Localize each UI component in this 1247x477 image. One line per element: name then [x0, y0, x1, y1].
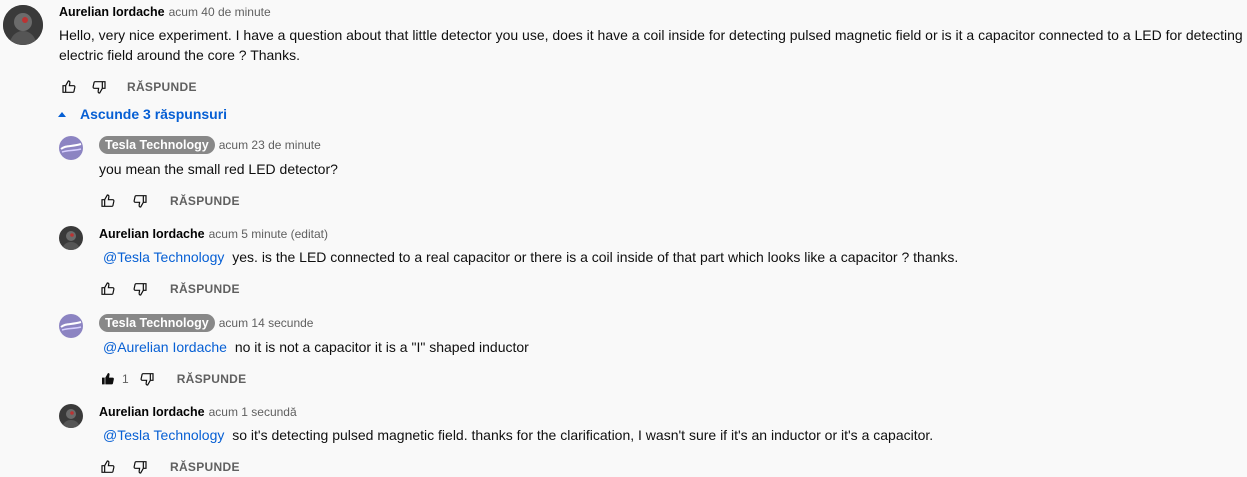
thumbs-up-icon[interactable]	[98, 457, 118, 477]
reply-body: so it's detecting pulsed magnetic field.…	[232, 427, 934, 443]
user-avatar-icon	[59, 404, 83, 428]
comment-header: Aurelian Iordache acum 40 de minute	[59, 5, 271, 19]
comment-author[interactable]: Aurelian Iordache	[59, 5, 165, 19]
reply-timestamp[interactable]: acum 14 secunde	[219, 316, 314, 330]
avatar[interactable]	[3, 5, 43, 45]
reply-text: @Tesla Technology so it's detecting puls…	[103, 425, 933, 445]
mention-link[interactable]: @Tesla Technology	[103, 249, 224, 265]
thumbs-down-icon[interactable]	[89, 77, 109, 97]
reply-actions: 1 RĂSPUNDE	[98, 369, 246, 389]
channel-avatar-icon	[59, 314, 83, 338]
comment-text: Hello, very nice experiment. I have a qu…	[59, 27, 1243, 63]
reply-header: Aurelian Iordache acum 1 secundă	[99, 405, 297, 419]
reply-button[interactable]: RĂSPUNDE	[127, 80, 197, 94]
mention-link[interactable]: @Aurelian Iordache	[103, 339, 227, 355]
hide-replies-toggle[interactable]: Ascunde 3 răspunsuri	[58, 106, 227, 122]
reply-actions: RĂSPUNDE	[98, 191, 240, 211]
reply-header: Aurelian Iordache acum 5 minute (editat)	[99, 227, 328, 241]
avatar[interactable]	[59, 226, 83, 250]
reply-header: Tesla Technology acum 14 secunde	[99, 314, 313, 332]
avatar[interactable]	[59, 136, 83, 160]
avatar[interactable]	[59, 314, 83, 338]
reply-body: you mean the small red LED detector?	[99, 161, 338, 177]
reply-body: yes. is the LED connected to a real capa…	[232, 249, 959, 265]
reply-text: @Tesla Technology yes. is the LED connec…	[103, 247, 958, 267]
caret-up-icon	[58, 111, 66, 117]
thumbs-up-filled-icon[interactable]	[98, 369, 118, 389]
thumbs-down-icon[interactable]	[130, 191, 150, 211]
thumbs-up-icon[interactable]	[98, 191, 118, 211]
reply-text: @Aurelian Iordache no it is not a capaci…	[103, 337, 529, 357]
reply-timestamp[interactable]: acum 1 secundă	[209, 405, 297, 419]
reply-header: Tesla Technology acum 23 de minute	[99, 136, 321, 154]
reply-text: you mean the small red LED detector?	[99, 159, 338, 179]
reply-actions: RĂSPUNDE	[98, 279, 240, 299]
mention-link[interactable]: @Tesla Technology	[103, 427, 224, 443]
comment-timestamp[interactable]: acum 40 de minute	[169, 5, 271, 19]
reply-timestamp[interactable]: acum 5 minute (editat)	[209, 227, 328, 241]
reply-author[interactable]: Tesla Technology	[99, 314, 215, 332]
reply-button[interactable]: RĂSPUNDE	[177, 372, 247, 386]
thumbs-down-icon[interactable]	[130, 457, 150, 477]
thumbs-up-icon[interactable]	[59, 77, 79, 97]
reply-button[interactable]: RĂSPUNDE	[170, 460, 240, 474]
reply-timestamp[interactable]: acum 23 de minute	[219, 138, 321, 152]
reply-button[interactable]: RĂSPUNDE	[170, 282, 240, 296]
like-count: 1	[122, 372, 129, 386]
comment-actions: RĂSPUNDE	[59, 77, 197, 97]
avatar[interactable]	[59, 404, 83, 428]
user-avatar-icon	[3, 5, 43, 45]
thumbs-down-icon[interactable]	[130, 279, 150, 299]
reply-author[interactable]: Aurelian Iordache	[99, 227, 205, 241]
reply-author[interactable]: Tesla Technology	[99, 136, 215, 154]
hide-replies-label: Ascunde 3 răspunsuri	[80, 106, 228, 122]
reply-button[interactable]: RĂSPUNDE	[170, 194, 240, 208]
thumbs-down-icon[interactable]	[137, 369, 157, 389]
reply-actions: RĂSPUNDE	[98, 457, 240, 477]
user-avatar-icon	[59, 226, 83, 250]
reply-author[interactable]: Aurelian Iordache	[99, 405, 205, 419]
reply-body: no it is not a capacitor it is a "I" sha…	[234, 339, 529, 355]
channel-avatar-icon	[59, 136, 83, 160]
thumbs-up-icon[interactable]	[98, 279, 118, 299]
